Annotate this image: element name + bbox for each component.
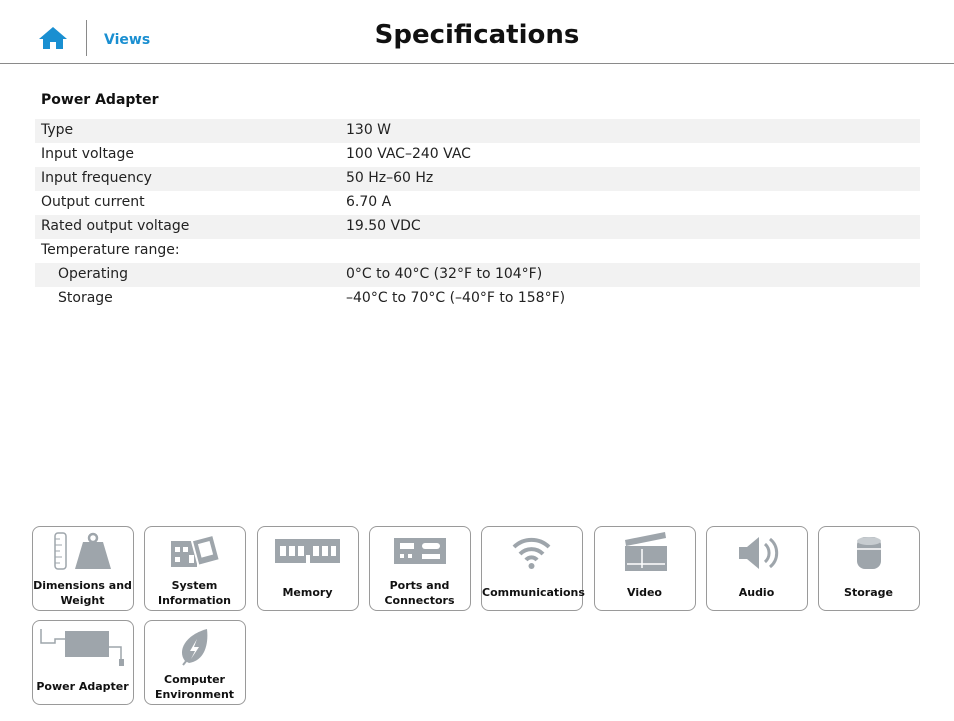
page-title: Specifications <box>374 20 580 50</box>
tile-storage[interactable]: Storage <box>818 526 920 611</box>
table-row: Input frequency 50 Hz–60 Hz <box>35 167 920 191</box>
table-row: Output current 6.70 A <box>35 191 920 215</box>
tile-label: System Information <box>158 579 231 607</box>
tile-ports-and-connectors[interactable]: Ports and Connectors <box>369 526 471 611</box>
row-label: Rated output voltage <box>41 218 190 234</box>
spec-table: Type 130 W Input voltage 100 VAC–240 VAC… <box>35 119 920 311</box>
tile-label: Video <box>627 586 662 599</box>
tile-label: Communications <box>482 586 585 599</box>
tile-label: Ports and Connectors <box>384 579 455 607</box>
row-value: 19.50 VDC <box>346 218 421 234</box>
tile-power-adapter[interactable]: Power Adapter <box>32 620 134 705</box>
table-row: Storage –40°C to 70°C (–40°F to 158°F) <box>35 287 920 311</box>
tile-memory[interactable]: Memory <box>257 526 359 611</box>
row-label: Output current <box>41 194 145 210</box>
row-label: Type <box>41 122 74 138</box>
tile-system-information[interactable]: System Information <box>144 526 246 611</box>
row-label: Operating <box>58 266 128 282</box>
tile-label: Memory <box>282 586 333 599</box>
tile-label: Dimensions and Weight <box>33 579 132 607</box>
row-value: 130 W <box>346 122 392 138</box>
tile-computer-environment[interactable]: Computer Environment <box>144 620 246 705</box>
row-label: Input frequency <box>41 170 152 186</box>
table-row: Input voltage 100 VAC–240 VAC <box>35 143 920 167</box>
table-row: Type 130 W <box>35 119 920 143</box>
row-label: Storage <box>58 290 113 306</box>
table-row: Temperature range: <box>35 239 920 263</box>
tile-video[interactable]: Video <box>594 526 696 611</box>
row-label: Temperature range: <box>41 242 180 258</box>
tile-dimensions-and-weight[interactable]: Dimensions and Weight <box>32 526 134 611</box>
section-title: Power Adapter <box>41 92 159 108</box>
tile-label: Audio <box>738 586 775 599</box>
row-value: 50 Hz–60 Hz <box>346 170 434 186</box>
row-value: 6.70 A <box>346 194 392 210</box>
row-label: Input voltage <box>41 146 135 162</box>
row-value: 100 VAC–240 VAC <box>346 146 471 162</box>
row-value: –40°C to 70°C (–40°F to 158°F) <box>346 290 566 306</box>
tile-communications[interactable]: Communications <box>481 526 585 611</box>
header-bar: Views Specifications <box>0 0 954 64</box>
tile-label: Power Adapter <box>36 680 129 693</box>
tile-audio[interactable]: Audio <box>706 526 808 611</box>
table-row: Operating 0°C to 40°C (32°F to 104°F) <box>35 263 920 287</box>
row-value: 0°C to 40°C (32°F to 104°F) <box>346 266 543 282</box>
table-row: Rated output voltage 19.50 VDC <box>35 215 920 239</box>
tile-label: Storage <box>844 586 893 599</box>
tile-label: Computer Environment <box>154 673 235 701</box>
